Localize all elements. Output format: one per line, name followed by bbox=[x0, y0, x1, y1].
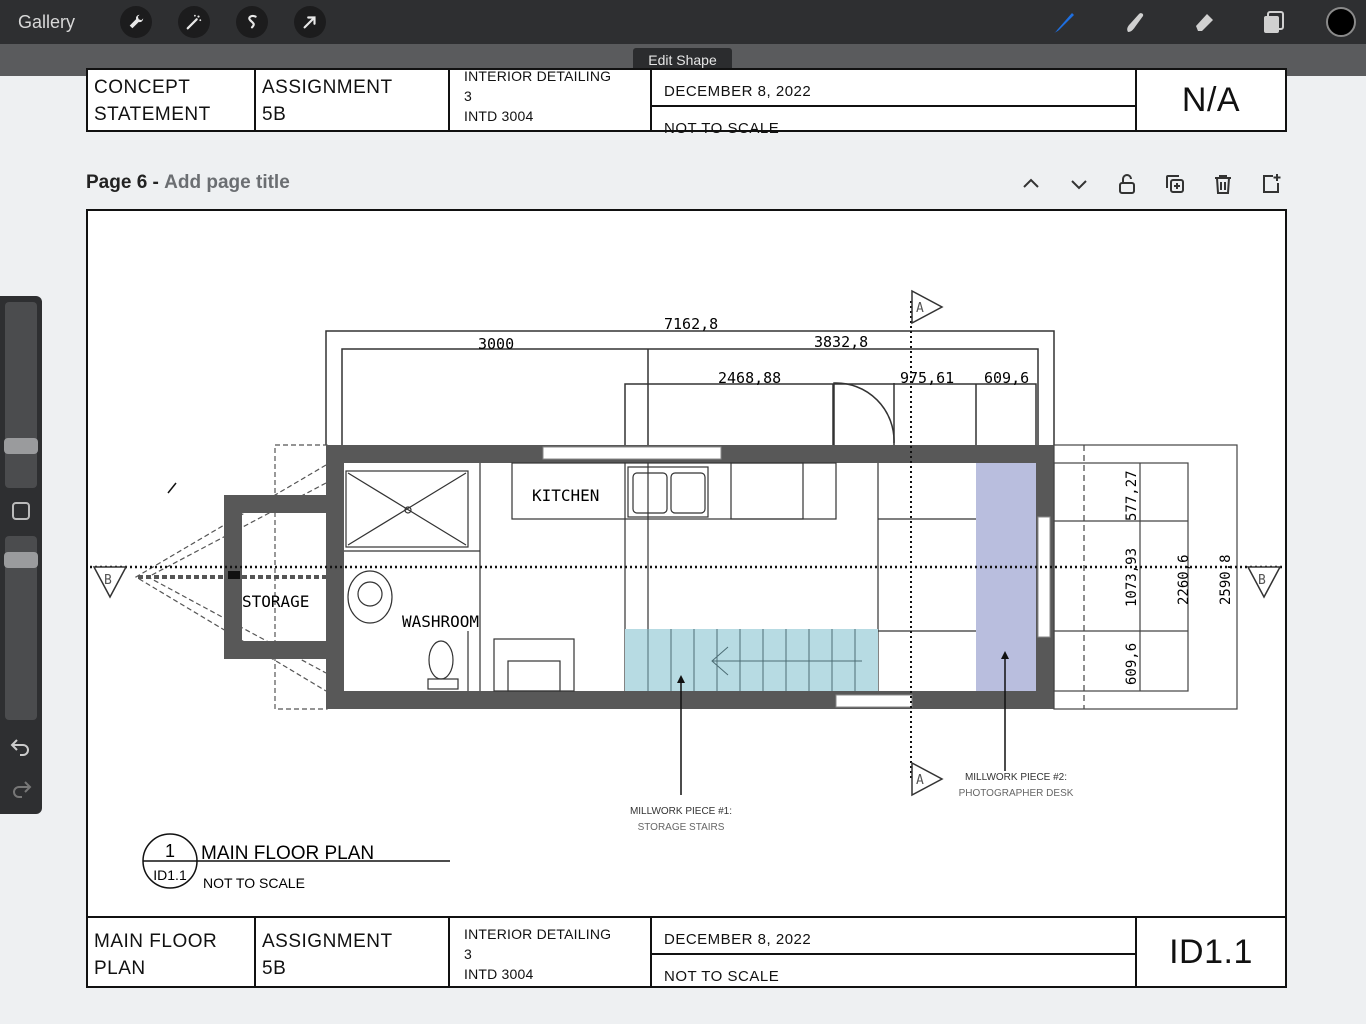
wrench-icon[interactable] bbox=[120, 6, 152, 38]
course-line: INTD 3004 bbox=[464, 108, 534, 124]
dimension-lines bbox=[325, 330, 1055, 461]
side-slider-panel bbox=[0, 296, 42, 814]
section-a-top: A bbox=[916, 301, 924, 316]
transform-arrow-icon[interactable] bbox=[294, 6, 326, 38]
redo-icon[interactable] bbox=[9, 778, 33, 798]
dim-right: 3832,8 bbox=[814, 333, 868, 351]
millwork1-sub: STORAGE STAIRS bbox=[638, 822, 725, 833]
drawing-sheet[interactable]: 7162,8 3000 3832,8 2468,88 975,61 609,6 bbox=[86, 209, 1287, 988]
date-scale-cell: DECEMBER 8, 2022 NOT TO SCALE bbox=[652, 918, 1137, 986]
modifier-button[interactable] bbox=[12, 502, 30, 520]
scale-text: NOT TO SCALE bbox=[652, 105, 1135, 142]
scale-text: NOT TO SCALE bbox=[652, 953, 1135, 990]
dim-v5: 2590,8 bbox=[1218, 554, 1234, 605]
chevron-down-icon[interactable] bbox=[1064, 170, 1094, 198]
layers-icon[interactable] bbox=[1256, 4, 1292, 40]
page-actions bbox=[1016, 170, 1304, 198]
color-picker-button[interactable] bbox=[1326, 7, 1356, 37]
dim-d1: 2468,88 bbox=[718, 369, 781, 387]
assignment-cell: ASSIGNMENT 5B bbox=[256, 918, 450, 986]
storage-label: STORAGE bbox=[242, 592, 309, 611]
eraser-icon[interactable] bbox=[1186, 4, 1222, 40]
section-b-left: B bbox=[104, 573, 112, 588]
course-line: INTD 3004 bbox=[464, 966, 534, 982]
page-title-input[interactable]: Add page title bbox=[164, 172, 290, 193]
assignment-line: 5B bbox=[262, 958, 287, 979]
section-b-right: B bbox=[1258, 573, 1266, 588]
section-a-bottom: A bbox=[916, 773, 924, 788]
assignment-line: ASSIGNMENT bbox=[262, 77, 393, 98]
trash-icon[interactable] bbox=[1208, 170, 1238, 198]
storage-stairs bbox=[625, 629, 878, 691]
section-markers bbox=[92, 289, 1282, 797]
dim-overall: 7162,8 bbox=[664, 315, 718, 333]
dim-v3: 609,6 bbox=[1124, 643, 1140, 685]
course-cell: INTERIOR DETAILING 3 INTD 3004 bbox=[450, 918, 652, 986]
bottom-title-block: MAIN FLOOR PLAN ASSIGNMENT 5B INTERIOR D… bbox=[86, 916, 1287, 988]
brush-size-thumb[interactable] bbox=[4, 438, 38, 454]
magic-wand-icon[interactable] bbox=[178, 6, 210, 38]
drawing-ref: ID1.1 bbox=[153, 867, 187, 883]
kitchen-label: KITCHEN bbox=[532, 486, 599, 505]
dim-d2: 975,61 bbox=[900, 369, 954, 387]
title-cell: CONCEPT STATEMENT bbox=[88, 70, 256, 130]
millwork1-title: MILLWORK PIECE #1: bbox=[630, 806, 732, 817]
date-text: DECEMBER 8, 2022 bbox=[664, 931, 812, 948]
course-line: 3 bbox=[464, 946, 472, 962]
drawing-scale: NOT TO SCALE bbox=[203, 875, 305, 891]
page-header: Page 6 - Add page title bbox=[86, 172, 290, 194]
sheet-number: N/A bbox=[1181, 80, 1241, 119]
brush-size-slider[interactable] bbox=[5, 302, 37, 488]
dim-v4: 2260,6 bbox=[1176, 554, 1192, 605]
add-page-icon[interactable] bbox=[1256, 170, 1286, 198]
top-toolbar: Gallery bbox=[0, 0, 1366, 44]
dim-v1: 577,27 bbox=[1124, 470, 1140, 521]
dim-v2: 1073,93 bbox=[1124, 548, 1140, 607]
floor-plan: 7162,8 3000 3832,8 2468,88 975,61 609,6 bbox=[90, 289, 1283, 891]
course-cell: INTERIOR DETAILING 3 INTD 3004 bbox=[450, 68, 652, 130]
undo-icon[interactable] bbox=[9, 736, 33, 756]
brush-icon[interactable] bbox=[1046, 4, 1082, 40]
page-number-label: Page 6 - bbox=[86, 172, 159, 193]
millwork2-sub: PHOTOGRAPHER DESK bbox=[959, 788, 1074, 799]
smudge-icon[interactable] bbox=[1116, 4, 1152, 40]
course-line: 3 bbox=[464, 88, 472, 104]
course-line: INTERIOR DETAILING bbox=[464, 926, 612, 942]
dim-left: 3000 bbox=[478, 335, 514, 353]
sheet-number: ID1.1 bbox=[1169, 932, 1253, 971]
date-scale-cell: DECEMBER 8, 2022 NOT TO SCALE bbox=[652, 70, 1137, 137]
course-line: INTERIOR DETAILING bbox=[464, 68, 612, 84]
opacity-thumb[interactable] bbox=[4, 552, 38, 568]
title-line: STATEMENT bbox=[94, 104, 211, 125]
unlock-icon[interactable] bbox=[1112, 170, 1142, 198]
assignment-cell: ASSIGNMENT 5B bbox=[256, 70, 450, 130]
assignment-line: ASSIGNMENT bbox=[262, 931, 393, 952]
chevron-up-icon[interactable] bbox=[1016, 170, 1046, 198]
top-title-block: CONCEPT STATEMENT ASSIGNMENT 5B INTERIOR… bbox=[86, 68, 1287, 137]
title-cell: MAIN FLOOR PLAN bbox=[88, 918, 256, 986]
dim-d3: 609,6 bbox=[984, 369, 1029, 387]
drawing-title: MAIN FLOOR PLAN bbox=[201, 843, 374, 864]
gallery-button[interactable]: Gallery bbox=[18, 12, 94, 33]
selection-icon[interactable] bbox=[236, 6, 268, 38]
title-line: MAIN FLOOR bbox=[94, 931, 218, 952]
drawing-number: 1 bbox=[165, 841, 175, 861]
title-line: PLAN bbox=[94, 958, 146, 979]
date-text: DECEMBER 8, 2022 bbox=[664, 83, 812, 100]
washroom-label: WASHROOM bbox=[402, 612, 479, 631]
assignment-line: 5B bbox=[262, 104, 287, 125]
right-deck bbox=[1053, 444, 1238, 710]
title-line: CONCEPT bbox=[94, 77, 191, 98]
duplicate-page-icon[interactable] bbox=[1160, 170, 1190, 198]
millwork2-title: MILLWORK PIECE #2: bbox=[965, 772, 1067, 783]
